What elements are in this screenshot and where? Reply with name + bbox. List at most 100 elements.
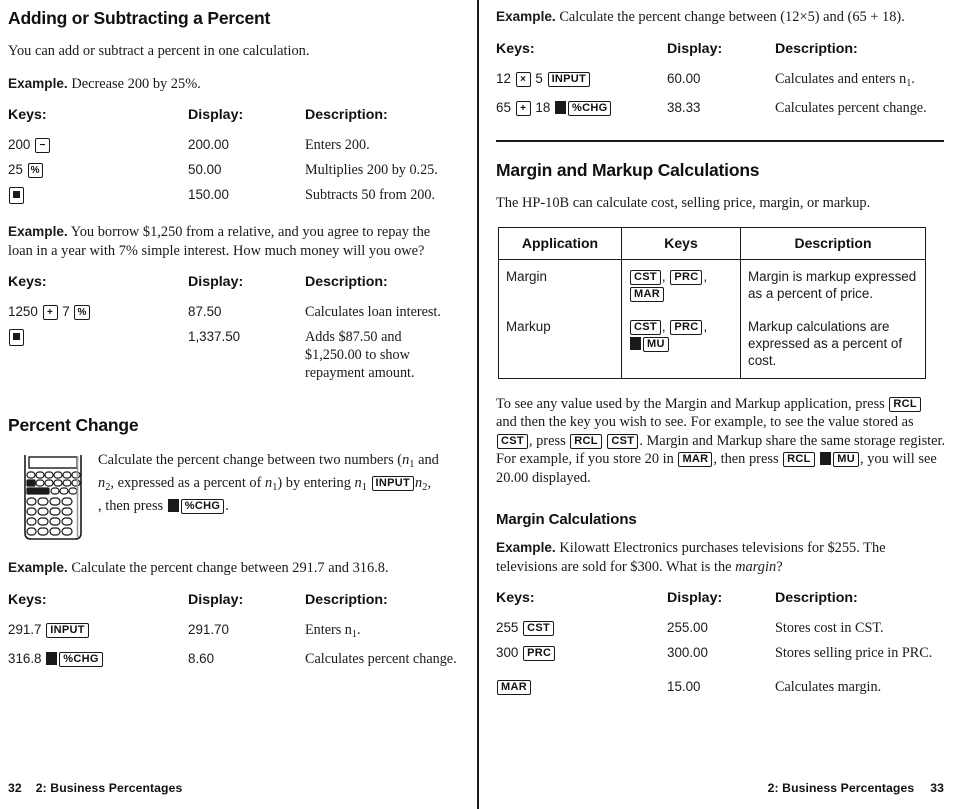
percent-change-key-icon: %CHG (59, 652, 103, 668)
mu-key-icon: MU (833, 452, 859, 468)
header-application: Application (498, 227, 622, 260)
key-entry-value: 255 (496, 620, 519, 636)
document-page: Adding or Subtracting a Percent You can … (0, 0, 954, 809)
right-column: Example. Calculate the percent change be… (492, 0, 954, 809)
percent-change-key-icon: %CHG (568, 101, 612, 117)
table-header-row: Application Keys Description (498, 227, 926, 260)
calculator-keypad-illustration (24, 455, 82, 540)
key-entry-value: 25 (8, 162, 23, 177)
percent-change-illustration-block: Calculate the percent change between two… (8, 449, 458, 541)
illus-text-part2: and (414, 452, 439, 468)
key-entry-value: 316.8 (8, 651, 42, 667)
cell-display: 150.00 (188, 187, 229, 202)
cell-keys: 316.8 %CHG (8, 650, 188, 675)
table-row: 316.8 %CHG 8.60 Calculates percent chang… (8, 650, 458, 675)
cell-description: Adds $87.50 and $1,250.00 to show repaym… (305, 329, 415, 381)
cell-display: 1,337.50 (188, 329, 241, 344)
header-keys: Keys: (8, 274, 47, 290)
chapter-name-left: 2: Business Percentages (35, 781, 183, 795)
illus-n1c: n (354, 474, 362, 491)
shift-key-icon (555, 101, 567, 115)
table-row: 1,337.50 Adds $87.50 and $1,250.00 to sh… (8, 328, 458, 389)
minus-key-icon: − (35, 138, 51, 153)
para-text-3: , press (528, 432, 570, 449)
example-2-text: You borrow $1,250 from a relative, and y… (8, 224, 431, 259)
cell-description: Calculates percent change. (305, 651, 457, 668)
desc-text: Enters n (305, 621, 352, 638)
prc-key-icon: PRC (670, 319, 703, 335)
shift-key-icon (820, 452, 832, 466)
header-display: Display: (667, 40, 723, 57)
cell-description: Calculates and enters n1. (775, 70, 946, 100)
cell-display: 15.00 (667, 679, 701, 695)
table-row: 1250 + 7 % 87.50 Calculates loan interes… (8, 303, 458, 328)
cell-display: 87.50 (188, 304, 222, 319)
example-2-lead: Example. You borrow $1,250 from a relati… (8, 223, 458, 260)
example-label: Example. (8, 75, 68, 91)
margin-calc-example-lead: Example. Kilowatt Electronics purchases … (496, 539, 946, 576)
cell-keys: 200 − (8, 136, 188, 161)
cell-description: Enters 200. (305, 137, 370, 153)
cell-display: 50.00 (188, 162, 222, 177)
equals-key-icon (9, 187, 24, 204)
table-row: 300 PRC 300.00 Stores selling price in P… (496, 644, 946, 669)
header-keys: Keys (621, 227, 741, 260)
shift-key-icon (630, 336, 641, 350)
cst-key-icon: CST (523, 621, 554, 637)
table-header-row: Keys: Display: Description: (8, 107, 458, 136)
cell-display: 291.70 (188, 621, 229, 637)
key-entry-value: 12 (496, 70, 511, 86)
example-label: Example. (496, 9, 556, 24)
cell-keys (8, 328, 188, 389)
page-number-left: 32 (8, 781, 22, 795)
table-header-row: Keys: Display: Description: (496, 590, 946, 619)
mar-key-icon: MAR (678, 452, 713, 468)
cell-description: Stores selling price in PRC. (775, 645, 933, 662)
multiply-key-icon: × (515, 71, 531, 87)
key-entry-value-2: 18 (535, 100, 551, 116)
cell-description: Calculates margin. (775, 679, 882, 696)
desc-post: . (911, 70, 915, 87)
header-description: Description: (305, 107, 388, 123)
example-3-lead: Example. Calculate the percent change be… (8, 559, 458, 578)
table-row: Markup CST, PRC, MU Markup calculations … (498, 310, 926, 379)
illus-text-part4: ) by entering (277, 474, 355, 491)
cell-keys (8, 186, 188, 211)
cst-key-icon: CST (497, 433, 528, 449)
table-header-row: Keys: Display: Description: (8, 592, 458, 621)
cell-keys: 65 + 18 %CHG (496, 99, 667, 124)
header-description: Description: (305, 591, 388, 608)
example-top-text-2: 5) and (65 + 18). (807, 9, 905, 25)
cell-display: 38.33 (667, 100, 701, 116)
para-text-2: and then the key you wish to see. For ex… (496, 414, 914, 431)
margin-markup-table: Application Keys Description Margin CST,… (498, 226, 926, 379)
cell-description: Multiplies 200 by 0.25. (305, 162, 438, 178)
cell-display: 300.00 (667, 645, 708, 661)
example-top-lead: Example. Calculate the percent change be… (496, 8, 946, 27)
illus-text-end: . (225, 497, 229, 514)
intro-paragraph-margin-markup: The HP-10B can calculate cost, selling p… (496, 195, 871, 212)
input-key-icon: INPUT (547, 71, 591, 87)
table-row: 150.00 Subtracts 50 from 200. (8, 186, 458, 211)
cell-description: Stores cost in CST. (775, 620, 884, 637)
header-keys: Keys: (8, 107, 47, 123)
footer-left: 32 2: Business Percentages (8, 781, 182, 795)
cell-display: 200.00 (188, 137, 229, 152)
percent-key-icon: % (27, 163, 43, 178)
para-text-5: , then press (713, 451, 783, 468)
header-display: Display: (188, 107, 244, 123)
example-1-text: Decrease 200 by 25%. (71, 75, 201, 92)
margin-italic-word: margin (735, 558, 777, 575)
desc-post: . (357, 621, 361, 638)
intro-paragraph-adding: You can add or subtract a percent in one… (8, 43, 310, 59)
header-display: Display: (667, 590, 723, 607)
section-title-percent-change: Percent Change (8, 415, 139, 435)
table-row: 291.7 INPUT 291.70 Enters n1. (8, 621, 458, 651)
illus-n1c-sub: 1 (361, 481, 367, 493)
header-description: Description: (775, 590, 858, 607)
percent-change-key-icon: %CHG (180, 498, 225, 514)
column-divider (477, 0, 479, 809)
shift-key-icon (46, 652, 58, 666)
multiplication-sign: × (799, 9, 808, 25)
cell-application: Markup (498, 310, 622, 379)
